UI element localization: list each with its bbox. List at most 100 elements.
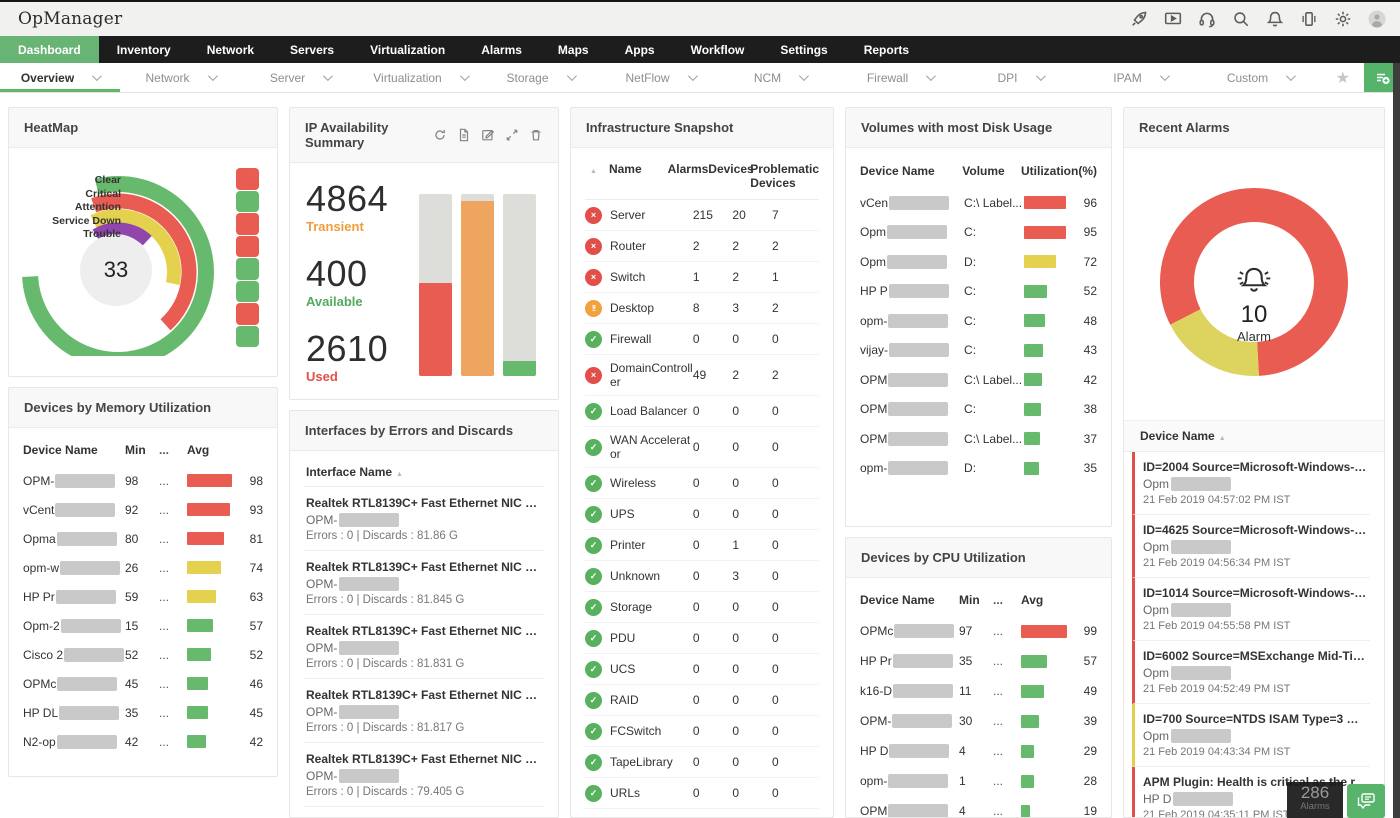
table-row[interactable]: OPM- 98 ... 98 [23, 466, 263, 495]
alarm-item[interactable]: ID=2004 Source=Microsoft-Windows-Resourc… [1132, 452, 1370, 515]
table-row[interactable]: ✓ UPS 0 0 0 [585, 499, 819, 530]
table-row[interactable]: k16-D 11 ... 49 [860, 676, 1097, 706]
export-icon[interactable] [457, 128, 471, 142]
subnav-item-overview[interactable]: Overview [0, 63, 120, 92]
gear-icon[interactable] [1333, 10, 1352, 29]
tab-network[interactable]: Network [189, 36, 272, 63]
list-item[interactable]: Realtek RTL8139C+ Fast Ethernet NIC #3-W… [304, 615, 544, 679]
table-row[interactable]: OPMc 45 ... 46 [23, 669, 263, 698]
list-item[interactable]: Realtek RTL8139C+ Fast Ethernet NIC #3-N… [304, 487, 544, 551]
table-row[interactable]: opm- C: 48 [860, 306, 1097, 336]
tab-apps[interactable]: Apps [607, 36, 673, 63]
table-row[interactable]: HP D 4 ... 29 [860, 736, 1097, 766]
subnav-item-ipam[interactable]: IPAM [1080, 63, 1200, 92]
chevron-down-icon[interactable] [687, 71, 698, 82]
chat-button[interactable] [1347, 784, 1385, 818]
chevron-down-icon[interactable] [566, 71, 577, 82]
table-row[interactable]: vCen C:\ Label... 96 [860, 188, 1097, 218]
table-row[interactable]: ✓ FCSwitch 0 0 0 [585, 716, 819, 747]
heat-square[interactable] [236, 280, 259, 302]
chevron-down-icon[interactable] [1035, 71, 1046, 82]
table-row[interactable]: N2-op 42 ... 42 [23, 727, 263, 756]
table-row[interactable]: opm- D: 35 [860, 454, 1097, 484]
table-row[interactable]: ✓ Storage 0 0 0 [585, 592, 819, 623]
heat-square[interactable] [236, 325, 259, 347]
subnav-item-netflow[interactable]: NetFlow [600, 63, 720, 92]
table-row[interactable]: OPMc 97 ... 99 [860, 616, 1097, 646]
heat-square[interactable] [236, 213, 259, 235]
subnav-item-ncm[interactable]: NCM [720, 63, 840, 92]
chevron-down-icon[interactable] [92, 71, 103, 82]
search-icon[interactable] [1231, 10, 1250, 29]
table-row[interactable]: HP DL 35 ... 45 [23, 698, 263, 727]
ip-bar[interactable] [503, 194, 536, 376]
table-row[interactable]: vCent 92 ... 93 [23, 495, 263, 524]
table-row[interactable]: Cisco 2 52 ... 52 [23, 640, 263, 669]
heat-square[interactable] [236, 303, 259, 325]
table-row[interactable]: OPM C:\ Label... 37 [860, 424, 1097, 454]
table-row[interactable]: OPM C:\ Label... 42 [860, 365, 1097, 395]
chevron-down-icon[interactable] [1159, 71, 1170, 82]
headset-icon[interactable] [1197, 10, 1216, 29]
table-row[interactable]: ✓ Printer 0 1 0 [585, 530, 819, 561]
scrollbar[interactable] [1393, 63, 1400, 818]
table-row[interactable]: × Server 215 20 7 [585, 200, 819, 231]
table-row[interactable]: OPM- 30 ... 39 [860, 706, 1097, 736]
tab-virtualization[interactable]: Virtualization [352, 36, 463, 63]
alarms-donut-chart[interactable]: 10 Alarm [1138, 154, 1370, 420]
table-row[interactable]: × Router 2 2 2 [585, 231, 819, 262]
table-row[interactable]: ✓ UCS 0 0 0 [585, 654, 819, 685]
subnav-item-custom[interactable]: Custom [1200, 63, 1320, 92]
list-item[interactable]: Realtek RTL8139C+ Fast Ethernet NIC #3-W… [304, 679, 544, 743]
tab-maps[interactable]: Maps [540, 36, 607, 63]
table-row[interactable]: × Switch 1 2 1 [585, 262, 819, 293]
presentation-icon[interactable] [1163, 10, 1182, 29]
table-row[interactable]: × DomainController 49 2 2 [585, 355, 819, 396]
table-row[interactable]: ✓ Unknown 0 3 0 [585, 561, 819, 592]
table-row[interactable]: ✓ RAID 0 0 0 [585, 685, 819, 716]
subnav-item-virtualization[interactable]: Virtualization [360, 63, 480, 92]
chevron-down-icon[interactable] [799, 71, 810, 82]
tab-alarms[interactable]: Alarms [463, 36, 540, 63]
heat-square[interactable] [236, 168, 259, 190]
table-row[interactable]: Opm D: 72 [860, 247, 1097, 277]
list-item[interactable]: Realtek RTL8139C+ Fast Ethernet NIC #3-E… [304, 743, 544, 807]
alarm-count-badge[interactable]: 286 Alarms [1287, 782, 1343, 818]
expand-icon[interactable] [505, 128, 519, 142]
subnav-item-firewall[interactable]: Firewall [840, 63, 960, 92]
chevron-down-icon[interactable] [323, 71, 334, 82]
chevron-down-icon[interactable] [459, 71, 470, 82]
tab-settings[interactable]: Settings [762, 36, 845, 63]
favorite-star-icon[interactable]: ★ [1322, 68, 1364, 88]
rocket-icon[interactable] [1129, 10, 1148, 29]
subnav-item-storage[interactable]: Storage [480, 63, 600, 92]
table-row[interactable]: OPM 4 ... 19 [860, 796, 1097, 817]
table-row[interactable]: OPM C: 38 [860, 395, 1097, 425]
table-row[interactable]: ✓ TapeLibrary 0 0 0 [585, 747, 819, 778]
chevron-down-icon[interactable] [926, 71, 937, 82]
heat-square[interactable] [236, 190, 259, 212]
table-row[interactable]: ✓ PDU 0 0 0 [585, 623, 819, 654]
list-header[interactable]: Device Name ▲ [1124, 420, 1384, 452]
tab-reports[interactable]: Reports [846, 36, 927, 63]
table-row[interactable]: opm- 1 ... 28 [860, 766, 1097, 796]
table-row[interactable]: ✓ Firewall 0 0 0 [585, 324, 819, 355]
subnav-item-network[interactable]: Network [120, 63, 240, 92]
edit-icon[interactable] [481, 128, 495, 142]
alarm-item[interactable]: ID=700 Source=NTDS ISAM Type=3 Message=N… [1132, 704, 1370, 767]
table-row[interactable]: ✓ Wireless 0 0 0 [585, 468, 819, 499]
alarm-item[interactable]: ID=1014 Source=Microsoft-Windows-DNS-Cli… [1132, 578, 1370, 641]
refresh-icon[interactable] [433, 128, 447, 142]
tab-workflow[interactable]: Workflow [673, 36, 763, 63]
chevron-down-icon[interactable] [1286, 71, 1297, 82]
ip-bar[interactable] [419, 194, 452, 376]
table-row[interactable]: !! Desktop 8 3 2 [585, 293, 819, 324]
tab-inventory[interactable]: Inventory [99, 36, 189, 63]
alarm-item[interactable]: ID=6002 Source=MSExchange Mid-Tier Stora… [1132, 641, 1370, 704]
table-row[interactable]: ✓ URLs 0 0 0 [585, 778, 819, 809]
table-row[interactable]: ✓ WAN Accelerator 0 0 0 [585, 427, 819, 468]
table-row[interactable]: Opma 80 ... 81 [23, 524, 263, 553]
app-logo[interactable]: OpManager [18, 9, 122, 29]
list-header[interactable]: Interface Name ▲ [304, 457, 544, 487]
mobile-icon[interactable] [1299, 10, 1318, 29]
